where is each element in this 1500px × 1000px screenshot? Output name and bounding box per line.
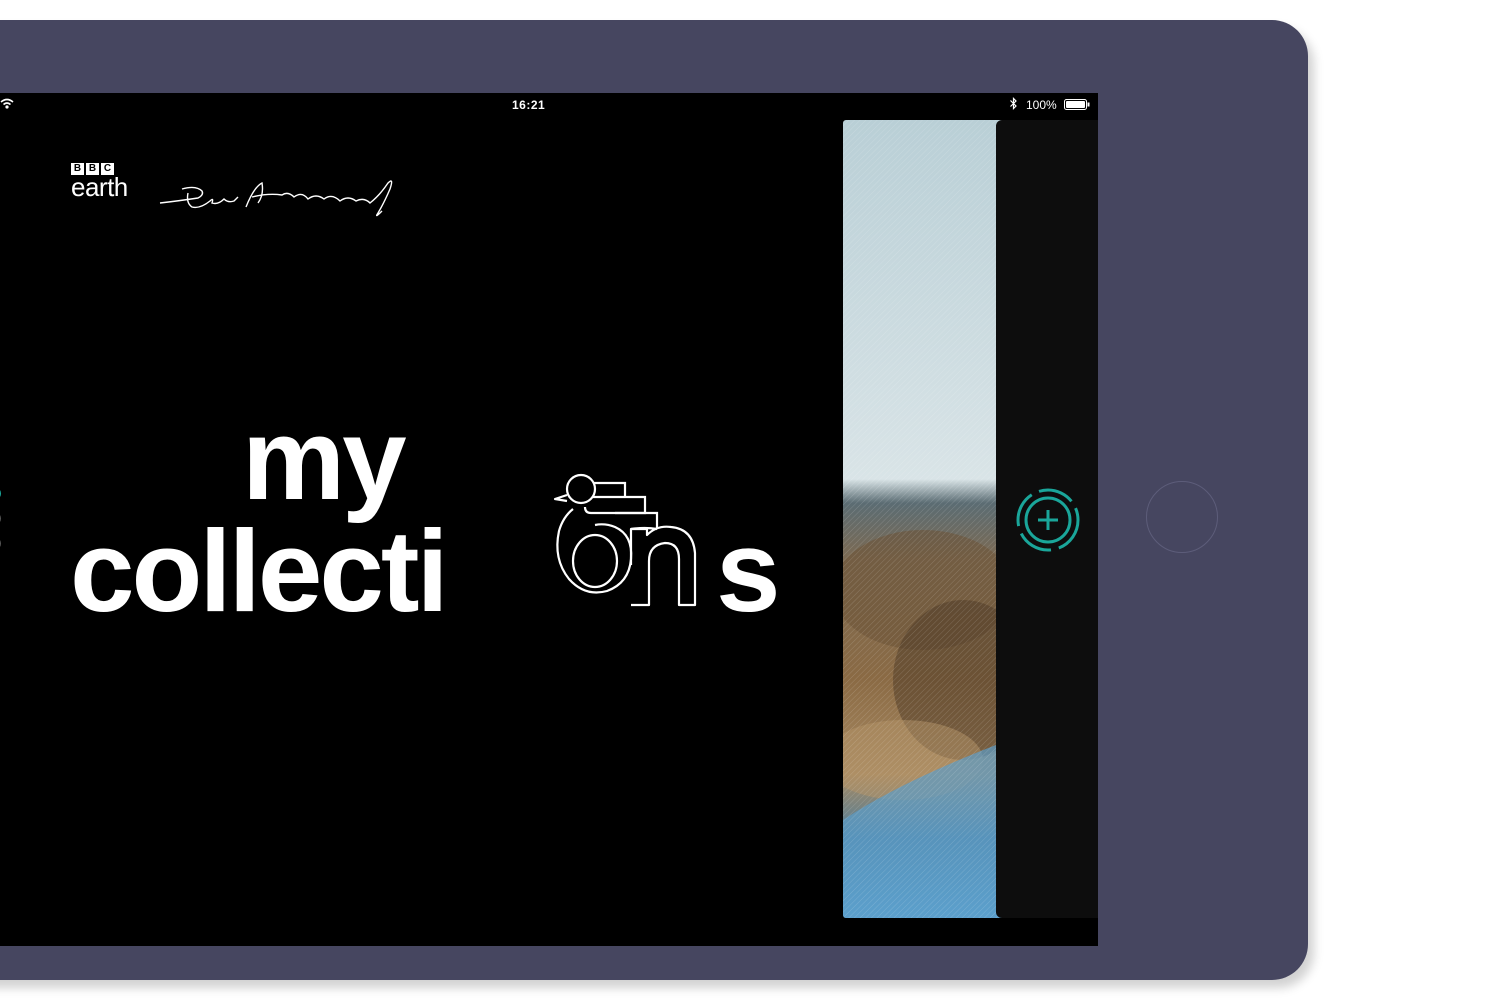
title-line-2-suffix: s [716, 506, 781, 636]
photo-image [843, 120, 1009, 918]
title-line-1: my [242, 394, 407, 524]
battery-percent: 100% [1026, 98, 1057, 112]
status-time: 16:21 [512, 98, 546, 112]
earth-wordmark: earth [71, 172, 128, 202]
page-dot-active[interactable] [0, 487, 1, 500]
title-line-2-prefix: collecti [70, 506, 449, 636]
collection-card-image[interactable] [843, 120, 1009, 918]
signature-icon [159, 180, 393, 217]
status-bar: iPad 16:21 100% [0, 93, 1098, 115]
wifi-icon [0, 98, 14, 109]
bluetooth-icon [1010, 97, 1017, 110]
ipad-frame: iPad 16:21 100% B B C e [0, 20, 1308, 980]
app-screen: iPad 16:21 100% B B C e [0, 93, 1098, 946]
bbc-earth-logo: B B C earth [71, 163, 128, 202]
home-button[interactable] [1146, 481, 1218, 553]
add-circle-icon[interactable] [1014, 486, 1082, 554]
page-dot[interactable] [0, 537, 1, 550]
bird-icon [553, 473, 697, 607]
page-dot[interactable] [0, 512, 1, 525]
battery-icon [1064, 99, 1090, 110]
